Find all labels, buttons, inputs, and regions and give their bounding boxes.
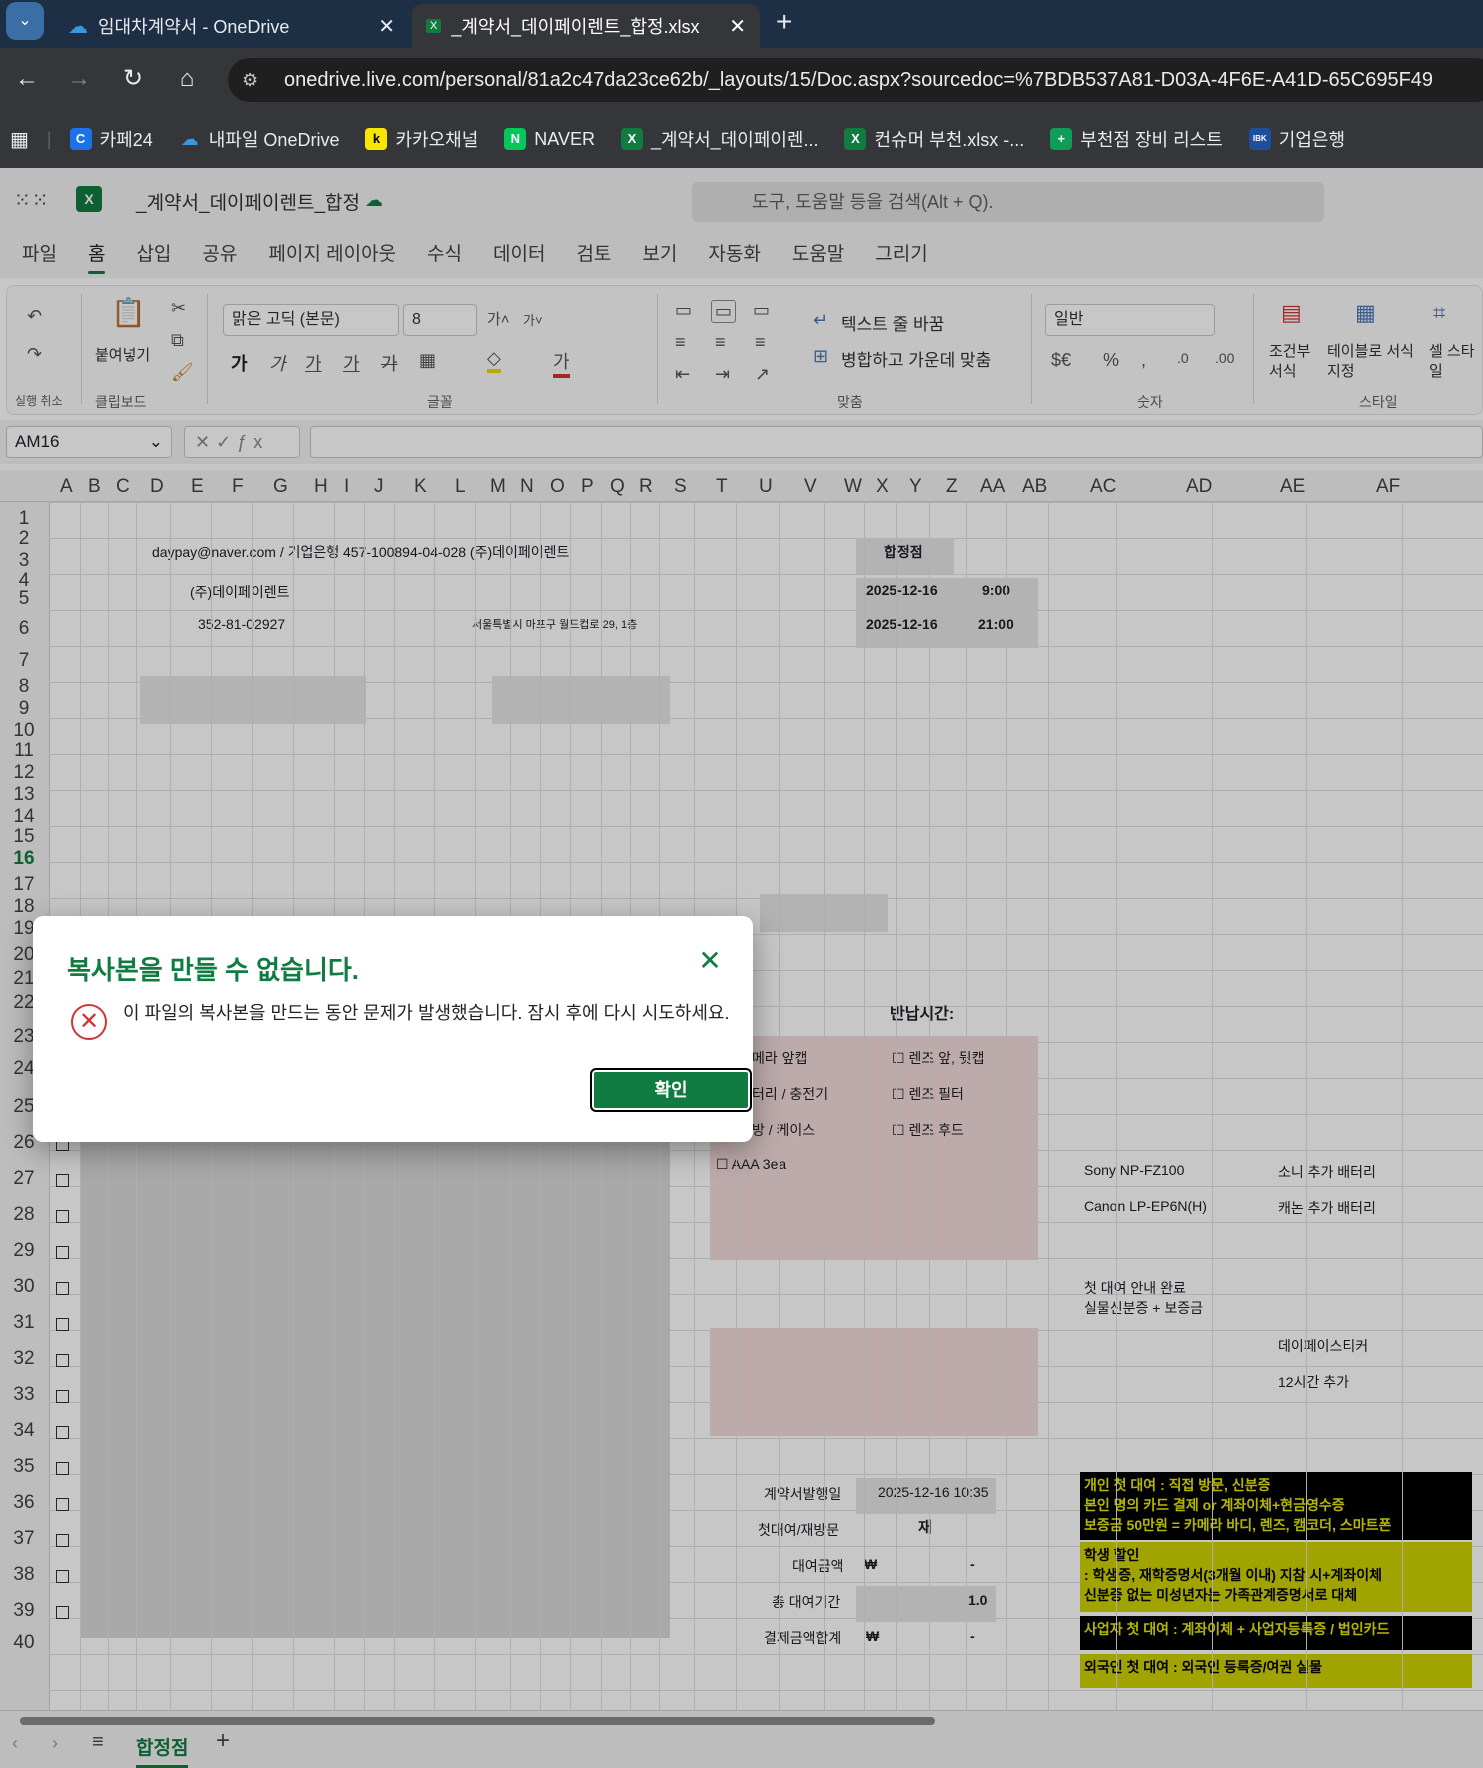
- bookmark-cafe24[interactable]: C 카페24: [69, 126, 153, 152]
- naver-icon: N: [504, 128, 527, 150]
- close-tab-icon[interactable]: ✕: [729, 14, 746, 39]
- apps-grid-icon[interactable]: ▦: [10, 127, 29, 152]
- ok-button[interactable]: 확인: [590, 1068, 752, 1112]
- bookmark-ibk[interactable]: IBK 기업은행: [1248, 126, 1346, 152]
- excel-file-icon: X: [620, 128, 643, 150]
- onedrive-cloud-icon: ☁: [68, 15, 88, 38]
- new-tab-plus-icon[interactable]: +: [776, 4, 792, 40]
- bookmark-naver[interactable]: N NAVER: [504, 128, 595, 150]
- browser-tab-bar: ⌄ ☁ 임대차계약서 - OneDrive ✕ X _계약서_데이페이렌트_합정…: [0, 0, 1483, 48]
- bookmark-label: NAVER: [534, 128, 595, 149]
- address-bar-row: ← → ↻ ⌂ ⚙ onedrive.live.com/personal/81a…: [0, 48, 1483, 110]
- url-text: onedrive.live.com/personal/81a2c47da23ce…: [284, 69, 1434, 91]
- ibk-bank-icon: IBK: [1248, 128, 1271, 150]
- tab-title: _계약서_데이페이렌트_합정.xlsx: [451, 17, 700, 37]
- error-circle-x-icon: ✕: [71, 1004, 107, 1040]
- site-info-icon[interactable]: ⚙: [242, 58, 258, 102]
- cafe24-icon: C: [69, 128, 92, 150]
- tab-title: 임대차계약서 - OneDrive: [98, 17, 290, 37]
- close-icon[interactable]: ✕: [695, 946, 725, 976]
- browser-tab-onedrive[interactable]: ☁ 임대차계약서 - OneDrive ✕: [54, 4, 409, 48]
- excel-file-icon: X: [844, 128, 867, 150]
- url-input[interactable]: ⚙ onedrive.live.com/personal/81a2c47da23…: [228, 58, 1483, 102]
- onedrive-cloud-icon: ☁: [180, 129, 199, 149]
- close-tab-icon[interactable]: ✕: [378, 14, 395, 39]
- bookmarks-bar: ▦ | C 카페24 ☁ 내파일 OneDrive k 카카오채널 N NAVER X _…: [0, 110, 1483, 168]
- excel-file-icon: X: [426, 19, 442, 33]
- bookmark-label: 컨슈머 부천.xlsx -...: [874, 130, 1025, 150]
- browser-tab-excel[interactable]: X _계약서_데이페이렌트_합정.xlsx ✕: [412, 4, 760, 48]
- dialog-message: 이 파일의 복사본을 만드는 동안 문제가 발생했습니다. 잠시 후에 다시 시…: [123, 1003, 730, 1023]
- bookmark-label: 카페24: [99, 130, 153, 150]
- bookmark-divider: |: [46, 128, 52, 149]
- sheets-plus-icon: +: [1050, 128, 1073, 150]
- bookmark-onedrive[interactable]: ☁ 내파일 OneDrive: [179, 126, 340, 152]
- forward-arrow-icon[interactable]: →: [60, 60, 98, 98]
- bookmark-label: 내파일 OneDrive: [208, 130, 340, 150]
- bookmark-label: 카카오채널: [395, 130, 479, 150]
- bookmark-contract-xlsx[interactable]: X _계약서_데이페이렌...: [620, 126, 819, 152]
- bookmark-kakao[interactable]: k 카카오채널: [365, 126, 478, 152]
- bookmark-label: 기업은행: [1278, 130, 1346, 150]
- tab-search-chevron-icon[interactable]: ⌄: [6, 2, 44, 40]
- home-icon[interactable]: ⌂: [168, 60, 206, 98]
- kakao-icon: k: [365, 128, 388, 150]
- dialog-title: 복사본을 만들 수 없습니다.: [67, 955, 360, 985]
- back-arrow-icon[interactable]: ←: [8, 60, 46, 98]
- bookmark-equipment-list[interactable]: + 부천점 장비 리스트: [1050, 126, 1223, 152]
- bookmark-label: 부천점 장비 리스트: [1080, 130, 1223, 150]
- error-dialog: 복사본을 만들 수 없습니다. ✕ ✕ 이 파일의 복사본을 만드는 동안 문제…: [33, 916, 753, 1142]
- reload-icon[interactable]: ↻: [114, 60, 152, 98]
- bookmark-consumer-xlsx[interactable]: X 컨슈머 부천.xlsx -...: [844, 126, 1024, 152]
- bookmark-label: _계약서_데이페이렌...: [650, 130, 819, 150]
